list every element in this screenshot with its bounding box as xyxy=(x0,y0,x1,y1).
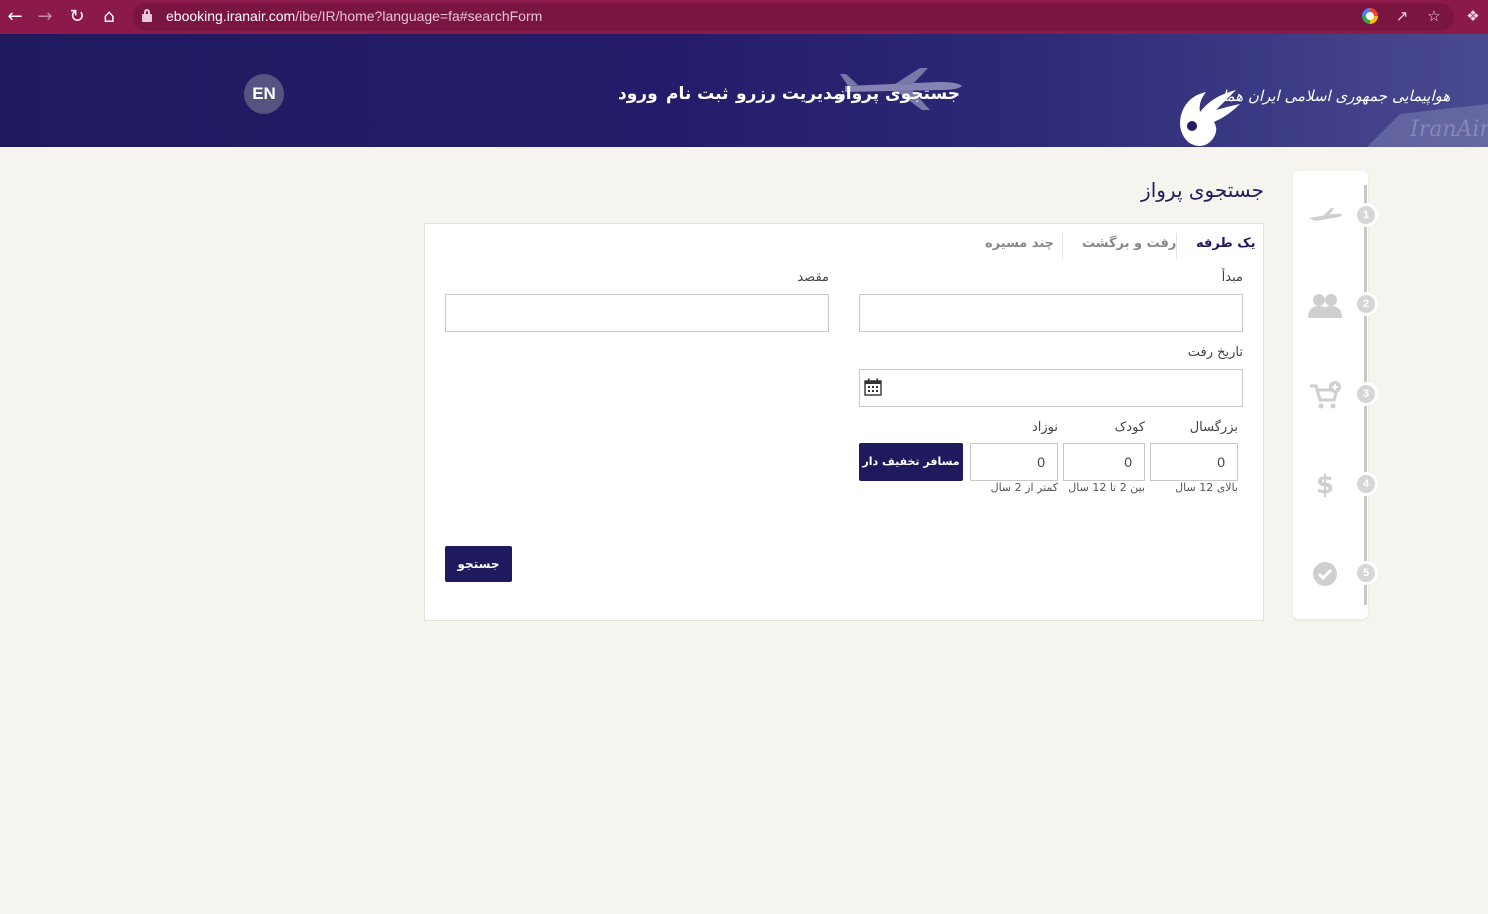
infant-count-input[interactable]: 0 xyxy=(970,443,1058,481)
nav-manage-booking[interactable]: مدیریت رزرو xyxy=(736,84,844,104)
origin-input[interactable] xyxy=(859,294,1243,332)
step-2: 2 xyxy=(1293,285,1378,325)
tab-one-way[interactable]: یک طرفه xyxy=(1196,236,1255,251)
step-5: 5 xyxy=(1293,554,1378,594)
tab-round-trip[interactable]: رفت و برگشت xyxy=(1082,236,1176,251)
search-button[interactable]: جستجو xyxy=(445,546,512,582)
step-3: 3 xyxy=(1293,375,1378,415)
bookmark-star-icon[interactable]: ☆ xyxy=(1424,6,1444,26)
booking-steps-panel: 1 2 3 $ 4 5 xyxy=(1293,171,1378,619)
forward-icon[interactable]: → xyxy=(32,4,58,30)
back-icon[interactable]: ← xyxy=(2,4,28,30)
step-number: 4 xyxy=(1354,472,1378,496)
airplane-icon xyxy=(1305,200,1345,232)
browser-toolbar: ← → ↻ ⌂ ebooking.iranair.com/ibe/IR/home… xyxy=(0,0,1488,34)
lock-icon[interactable] xyxy=(142,9,152,22)
step-4: $ 4 xyxy=(1293,465,1378,505)
departure-date-input[interactable] xyxy=(859,369,1243,407)
adult-age-hint: بالای 12 سال xyxy=(1175,481,1238,494)
step-number: 5 xyxy=(1354,561,1378,585)
home-icon[interactable]: ⌂ xyxy=(96,4,122,30)
check-circle-icon xyxy=(1305,558,1345,590)
tab-divider xyxy=(1062,233,1063,259)
child-label: کودک xyxy=(1114,420,1145,435)
step-number: 2 xyxy=(1354,292,1378,316)
tab-multi-city[interactable]: چند مسیره xyxy=(985,236,1054,251)
step-1: 1 xyxy=(1293,196,1378,236)
adult-label: بزرگسال xyxy=(1189,420,1238,435)
page-title: جستجوی پرواز xyxy=(1141,178,1264,202)
extensions-icon[interactable]: ❖ xyxy=(1463,6,1483,26)
passengers-icon xyxy=(1305,289,1345,321)
nav-flight-search[interactable]: جستجوی پرواز xyxy=(836,84,960,104)
google-icon[interactable] xyxy=(1362,8,1378,24)
step-number: 1 xyxy=(1354,203,1378,227)
nav-login[interactable]: ورود xyxy=(618,84,658,104)
infant-label: نوزاد xyxy=(1031,420,1058,435)
reload-icon[interactable]: ↻ xyxy=(64,4,90,30)
calendar-icon[interactable] xyxy=(864,378,882,396)
add-to-cart-icon xyxy=(1305,379,1345,411)
child-age-hint: بین 2 تا 12 سال xyxy=(1068,481,1145,494)
logo-text: هواپیمایی جمهوری اسلامی ایران هما xyxy=(1222,87,1451,105)
svg-text:IranAir: IranAir xyxy=(1409,117,1488,142)
infant-age-hint: کمتر از 2 سال xyxy=(990,481,1058,494)
discount-passenger-button[interactable]: مسافر تخفیف دار xyxy=(859,443,963,481)
nav-register[interactable]: ثبت نام xyxy=(666,84,728,104)
child-count-input[interactable]: 0 xyxy=(1063,443,1145,481)
destination-label: مقصد xyxy=(797,270,829,285)
departure-date-label: تاریخ رفت xyxy=(1187,345,1243,360)
url-text[interactable]: ebooking.iranair.com/ibe/IR/home?languag… xyxy=(166,8,542,24)
origin-label: مبدأ xyxy=(1221,270,1243,285)
step-number: 3 xyxy=(1354,382,1378,406)
share-icon[interactable]: ↗ xyxy=(1392,6,1412,26)
dollar-icon: $ xyxy=(1315,470,1335,500)
language-toggle-button[interactable]: EN xyxy=(244,74,284,114)
destination-input[interactable] xyxy=(445,294,829,332)
adult-count-input[interactable]: 0 xyxy=(1150,443,1238,481)
